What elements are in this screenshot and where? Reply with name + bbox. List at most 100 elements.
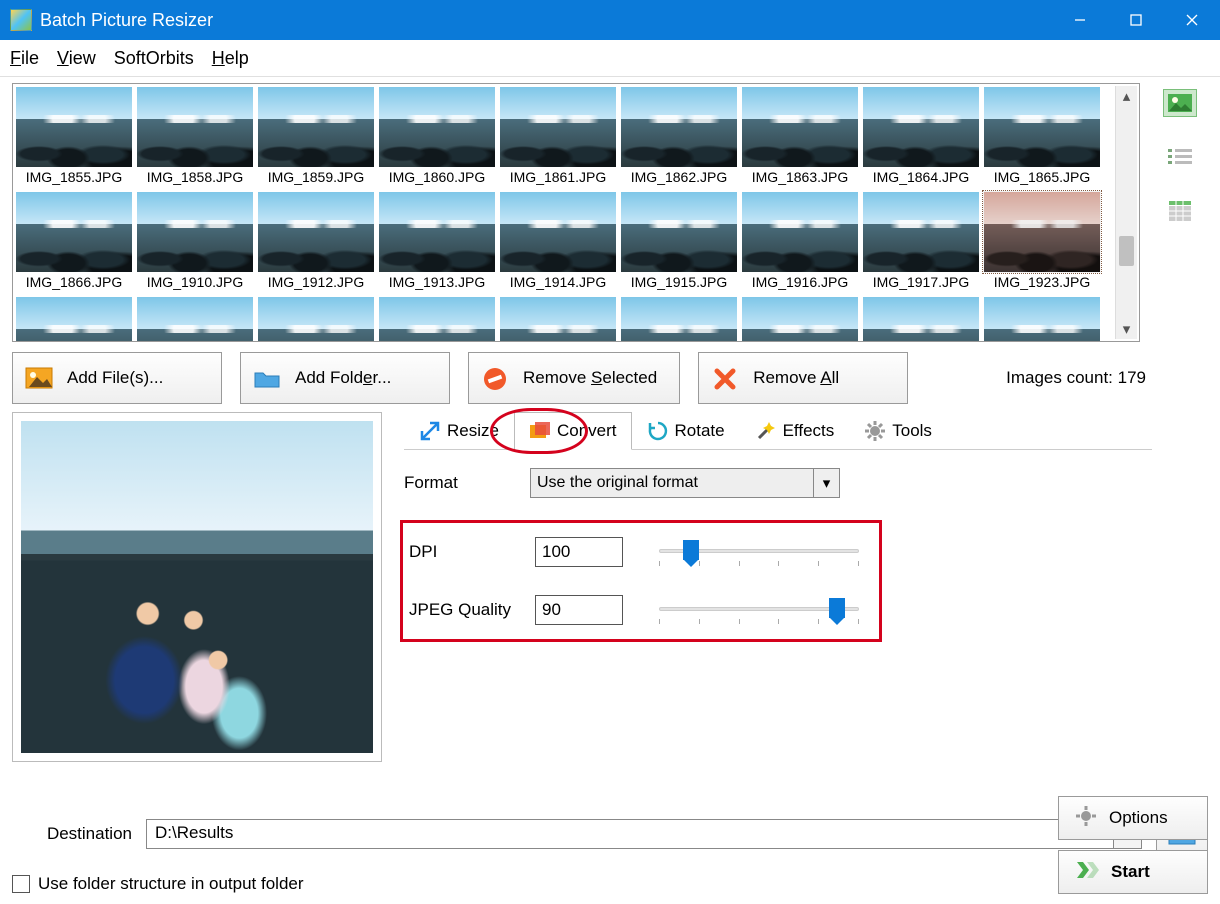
start-button[interactable]: Start: [1058, 850, 1208, 894]
thumbnail-caption: IMG_1910.JPG: [136, 273, 254, 293]
slider-thumb-icon[interactable]: [683, 540, 699, 560]
thumbnail-item[interactable]: IMG_1859.JPG: [257, 86, 375, 188]
title-bar: Batch Picture Resizer: [0, 0, 1220, 40]
dpi-slider[interactable]: [659, 537, 859, 567]
delete-icon: [711, 367, 739, 389]
view-grid-button[interactable]: [1163, 197, 1197, 225]
thumbnail-item[interactable]: IMG_1858.JPG: [136, 86, 254, 188]
minimize-button[interactable]: [1052, 0, 1108, 40]
convert-panel: Format ▾ DPI: [404, 449, 1152, 650]
thumbnail-item[interactable]: IMG_1912.JPG: [257, 191, 375, 293]
thumbnail-item[interactable]: IMG_1914.JPG: [499, 191, 617, 293]
jpeg-quality-input[interactable]: [535, 595, 623, 625]
thumbnail-item[interactable]: [257, 296, 375, 342]
thumbnail-item[interactable]: [983, 296, 1101, 342]
dpi-input[interactable]: [535, 537, 623, 567]
remove-selected-button[interactable]: Remove Selected: [468, 352, 680, 404]
tab-tools[interactable]: Tools: [849, 412, 947, 450]
close-button[interactable]: [1164, 0, 1220, 40]
thumbnail-item[interactable]: IMG_1865.JPG: [983, 86, 1101, 188]
thumbnail-item[interactable]: [741, 296, 859, 342]
format-value[interactable]: [530, 468, 814, 498]
thumbnail-image: [741, 86, 859, 168]
format-select[interactable]: ▾: [530, 468, 840, 498]
images-count-label: Images count: 179: [1006, 368, 1152, 388]
thumbnails-scrollbar[interactable]: ▴ ▾: [1115, 86, 1137, 339]
options-button[interactable]: Options: [1058, 796, 1208, 840]
thumbnail-image: [499, 296, 617, 342]
use-folder-structure-label: Use folder structure in output folder: [38, 874, 304, 894]
thumbnail-caption: IMG_1861.JPG: [499, 168, 617, 188]
preview-image: [21, 421, 373, 753]
image-icon: [25, 367, 53, 389]
view-thumbnails-button[interactable]: [1163, 89, 1197, 117]
settings-tabs: Resize Convert Rotate Effects: [404, 412, 1152, 450]
scroll-down-icon[interactable]: ▾: [1116, 319, 1137, 339]
start-label: Start: [1111, 862, 1150, 882]
thumbnail-item[interactable]: [15, 296, 133, 342]
thumbnail-item[interactable]: IMG_1863.JPG: [741, 86, 859, 188]
thumbnail-caption: IMG_1865.JPG: [983, 168, 1101, 188]
thumbnail-image: [862, 191, 980, 273]
thumbnail-item[interactable]: IMG_1866.JPG: [15, 191, 133, 293]
thumbnail-image: [741, 191, 859, 273]
tab-convert[interactable]: Convert: [514, 412, 632, 450]
menu-bar: File View SoftOrbits Help: [0, 40, 1220, 76]
thumbnail-item[interactable]: IMG_1915.JPG: [620, 191, 738, 293]
thumbnail-image: [378, 191, 496, 273]
thumbnail-item[interactable]: [499, 296, 617, 342]
remove-all-button[interactable]: Remove All: [698, 352, 908, 404]
thumbnail-image: [741, 296, 859, 342]
convert-icon: [529, 420, 551, 442]
chevron-down-icon[interactable]: ▾: [814, 468, 840, 498]
thumbnail-item[interactable]: [620, 296, 738, 342]
scroll-up-icon[interactable]: ▴: [1116, 86, 1137, 106]
jpeg-quality-slider[interactable]: [659, 595, 859, 625]
menu-file[interactable]: File: [10, 48, 39, 69]
tab-resize[interactable]: Resize: [404, 412, 514, 450]
thumbnail-image: [499, 86, 617, 168]
effects-icon: [755, 420, 777, 442]
thumbnail-item[interactable]: IMG_1862.JPG: [620, 86, 738, 188]
thumbnail-item[interactable]: [862, 296, 980, 342]
thumbnail-item[interactable]: IMG_1917.JPG: [862, 191, 980, 293]
add-folder-button[interactable]: Add Folder...: [240, 352, 450, 404]
thumbnail-item[interactable]: IMG_1861.JPG: [499, 86, 617, 188]
view-list-button[interactable]: [1163, 143, 1197, 171]
thumbnail-item[interactable]: [378, 296, 496, 342]
thumbnail-item[interactable]: IMG_1916.JPG: [741, 191, 859, 293]
thumbnail-item[interactable]: IMG_1913.JPG: [378, 191, 496, 293]
thumbnail-caption: IMG_1859.JPG: [257, 168, 375, 188]
thumbnail-item[interactable]: IMG_1855.JPG: [15, 86, 133, 188]
thumbnail-caption: IMG_1860.JPG: [378, 168, 496, 188]
add-files-button[interactable]: Add File(s)...: [12, 352, 222, 404]
folder-icon: [253, 367, 281, 389]
thumbnail-caption: IMG_1864.JPG: [862, 168, 980, 188]
menu-view[interactable]: View: [57, 48, 96, 69]
thumbnail-item[interactable]: IMG_1923.JPG: [983, 191, 1101, 293]
use-folder-structure-checkbox[interactable]: [12, 875, 30, 893]
thumbnail-caption: IMG_1858.JPG: [136, 168, 254, 188]
thumbnail-image: [378, 86, 496, 168]
remove-selected-label: Remove Selected: [523, 368, 657, 388]
preview-panel: [12, 412, 382, 762]
menu-help[interactable]: Help: [212, 48, 249, 69]
maximize-button[interactable]: [1108, 0, 1164, 40]
thumbnail-caption: IMG_1913.JPG: [378, 273, 496, 293]
tab-effects[interactable]: Effects: [740, 412, 850, 450]
thumbnail-item[interactable]: IMG_1860.JPG: [378, 86, 496, 188]
thumbnail-item[interactable]: IMG_1864.JPG: [862, 86, 980, 188]
slider-thumb-icon[interactable]: [829, 598, 845, 618]
menu-softorbits[interactable]: SoftOrbits: [114, 48, 194, 69]
thumbnail-item[interactable]: [136, 296, 254, 342]
thumbnail-image: [15, 191, 133, 273]
tab-rotate[interactable]: Rotate: [632, 412, 740, 450]
thumbnail-item[interactable]: IMG_1910.JPG: [136, 191, 254, 293]
destination-select[interactable]: D:\Results ▾: [146, 819, 1142, 849]
tab-rotate-label: Rotate: [675, 421, 725, 441]
thumbnails-panel[interactable]: IMG_1855.JPGIMG_1858.JPGIMG_1859.JPGIMG_…: [12, 83, 1140, 342]
thumbnail-caption: IMG_1923.JPG: [983, 273, 1101, 293]
destination-value[interactable]: D:\Results: [146, 819, 1114, 849]
scroll-thumb[interactable]: [1119, 236, 1134, 266]
annotation-rectangle: DPI JPEG Quality: [400, 520, 882, 642]
